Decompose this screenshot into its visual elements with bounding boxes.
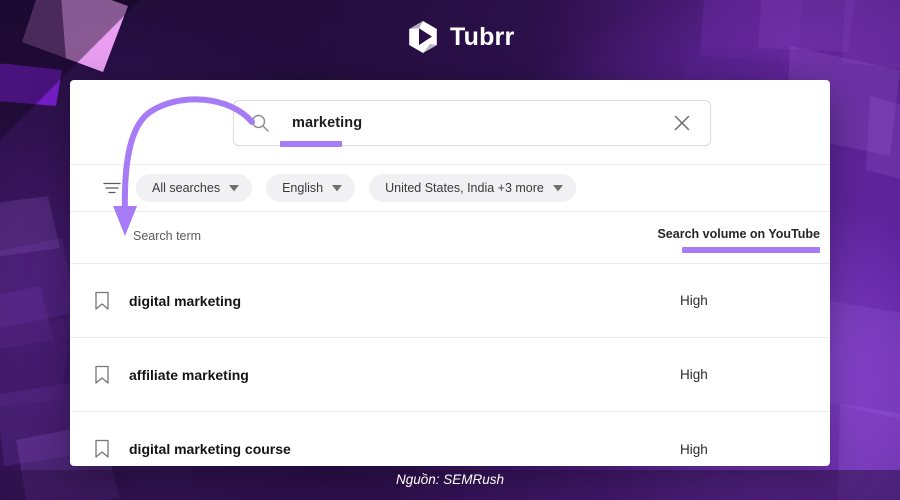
filter-chip-all-searches-label: All searches xyxy=(152,181,221,195)
filter-chip-all-searches[interactable]: All searches xyxy=(136,174,253,202)
table-row[interactable]: digital marketing course High xyxy=(70,412,830,466)
results-list: digital marketing High affiliate marketi… xyxy=(70,264,830,466)
search-results-card: marketing All searches English United St… xyxy=(70,80,830,466)
column-header-volume-highlight-underline xyxy=(682,247,820,253)
result-term: digital marketing course xyxy=(129,441,291,457)
bookmark-icon[interactable] xyxy=(91,438,113,460)
bookmark-icon[interactable] xyxy=(91,290,113,312)
column-header-search-term[interactable]: Search term xyxy=(133,229,201,243)
filter-chip-language[interactable]: English xyxy=(266,174,356,202)
table-row[interactable]: digital marketing High xyxy=(70,264,830,338)
chevron-down-icon xyxy=(229,184,240,191)
bookmark-icon[interactable] xyxy=(91,364,113,386)
result-term: digital marketing xyxy=(129,292,242,309)
close-icon[interactable] xyxy=(672,113,692,133)
search-area: marketing xyxy=(70,80,830,165)
filter-icon[interactable] xyxy=(102,178,122,198)
filter-chip-countries-label: United States, India +3 more xyxy=(385,181,544,195)
result-volume: High xyxy=(680,293,708,308)
result-volume: High xyxy=(680,441,708,457)
filter-chip-language-label: English xyxy=(282,181,324,195)
brand-logo: Tubrr xyxy=(406,20,514,54)
search-term-highlight-underline xyxy=(280,141,342,147)
filter-chip-countries[interactable]: United States, India +3 more xyxy=(369,174,576,202)
result-term: affiliate marketing xyxy=(129,366,249,383)
chevron-down-icon xyxy=(332,184,343,191)
result-volume: High xyxy=(680,367,708,382)
chevron-down-icon xyxy=(552,184,563,191)
search-input[interactable]: marketing xyxy=(233,100,711,146)
search-input-value: marketing xyxy=(292,115,363,131)
column-header-search-volume[interactable]: Search volume on YouTube xyxy=(657,227,820,241)
filter-bar: All searches English United States, Indi… xyxy=(70,165,830,212)
brand-name: Tubrr xyxy=(450,22,515,51)
search-icon xyxy=(251,114,269,132)
table-header: Search term Search volume on YouTube xyxy=(70,212,830,264)
source-caption: Nguồn: SEMRush xyxy=(395,472,505,487)
table-row[interactable]: affiliate marketing High xyxy=(70,338,830,412)
screenshot-root: Tubrr marketing All searches English Uni… xyxy=(0,0,900,500)
tubrr-hexagon-play-logo-icon xyxy=(409,21,437,53)
